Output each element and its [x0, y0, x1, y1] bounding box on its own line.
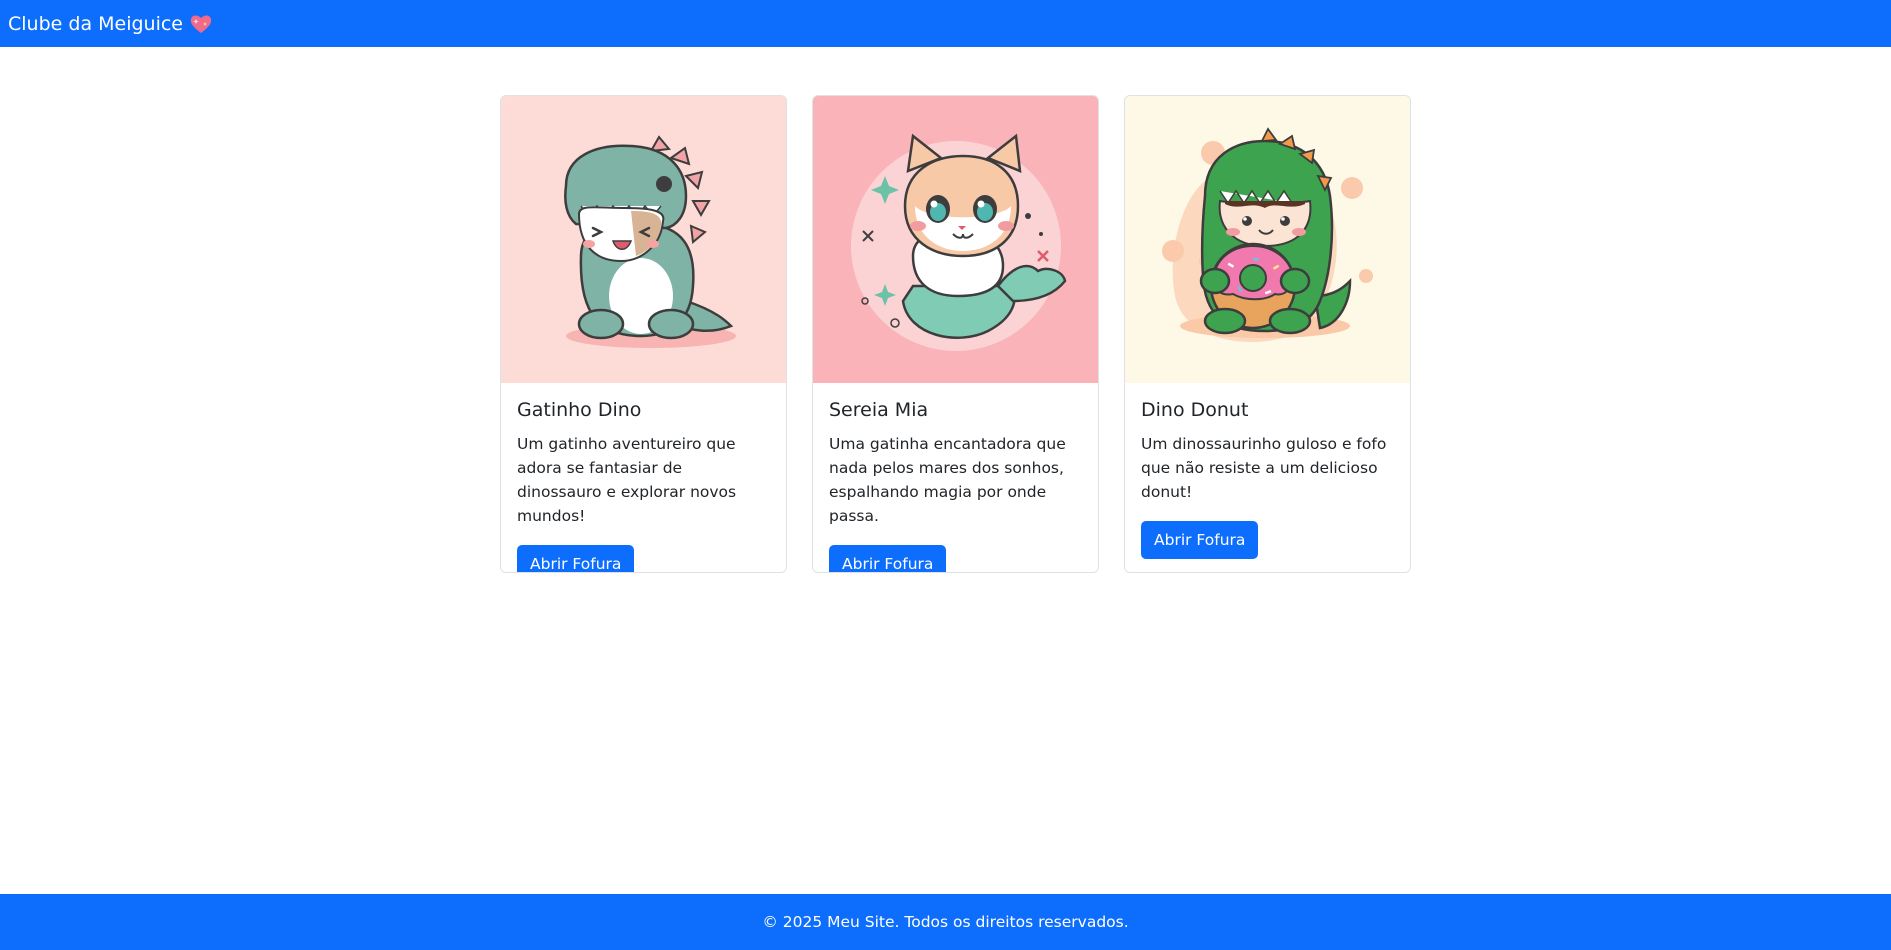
card-text: Uma gatinha encantadora que nada pelos m… [829, 434, 1066, 525]
cards-container: Gatinho Dino Um gatinho aventureiro que … [500, 95, 1411, 573]
navbar: Clube da Meiguice [0, 0, 1891, 47]
card-title: Dino Donut [1141, 399, 1249, 421]
open-card-button[interactable]: Abrir Fofura [1141, 520, 1259, 559]
card-gatinho-dino: Gatinho Dino Um gatinho aventureiro que … [500, 95, 787, 573]
card-sereia-mia: Sereia Mia Uma gatinha encantadora que n… [812, 95, 1099, 573]
card-text: Um gatinho aventureiro que adora se fant… [517, 434, 737, 525]
card-text: Um dinossaurinho guloso e fofo que não r… [1141, 434, 1387, 501]
footer-copyright: © 2025 Meu Site. Todos os direitos reser… [762, 913, 1129, 931]
card-title: Sereia Mia [829, 399, 929, 421]
dino-with-donut-illustration [1125, 96, 1410, 383]
card-dino-donut: Dino Donut Um dinossaurinho guloso e fof… [1124, 95, 1411, 573]
card-title: Gatinho Dino [517, 399, 642, 421]
footer: © 2025 Meu Site. Todos os direitos reser… [0, 894, 1891, 950]
open-card-button[interactable]: Abrir Fofura [517, 544, 635, 572]
cat-in-dino-costume-illustration [501, 96, 786, 383]
open-card-button[interactable]: Abrir Fofura [829, 544, 947, 572]
sparkling-heart-icon [189, 13, 213, 35]
navbar-brand[interactable]: Clube da Meiguice [8, 13, 213, 35]
brand-text: Clube da Meiguice [8, 12, 183, 35]
mermaid-cat-illustration [813, 96, 1098, 383]
